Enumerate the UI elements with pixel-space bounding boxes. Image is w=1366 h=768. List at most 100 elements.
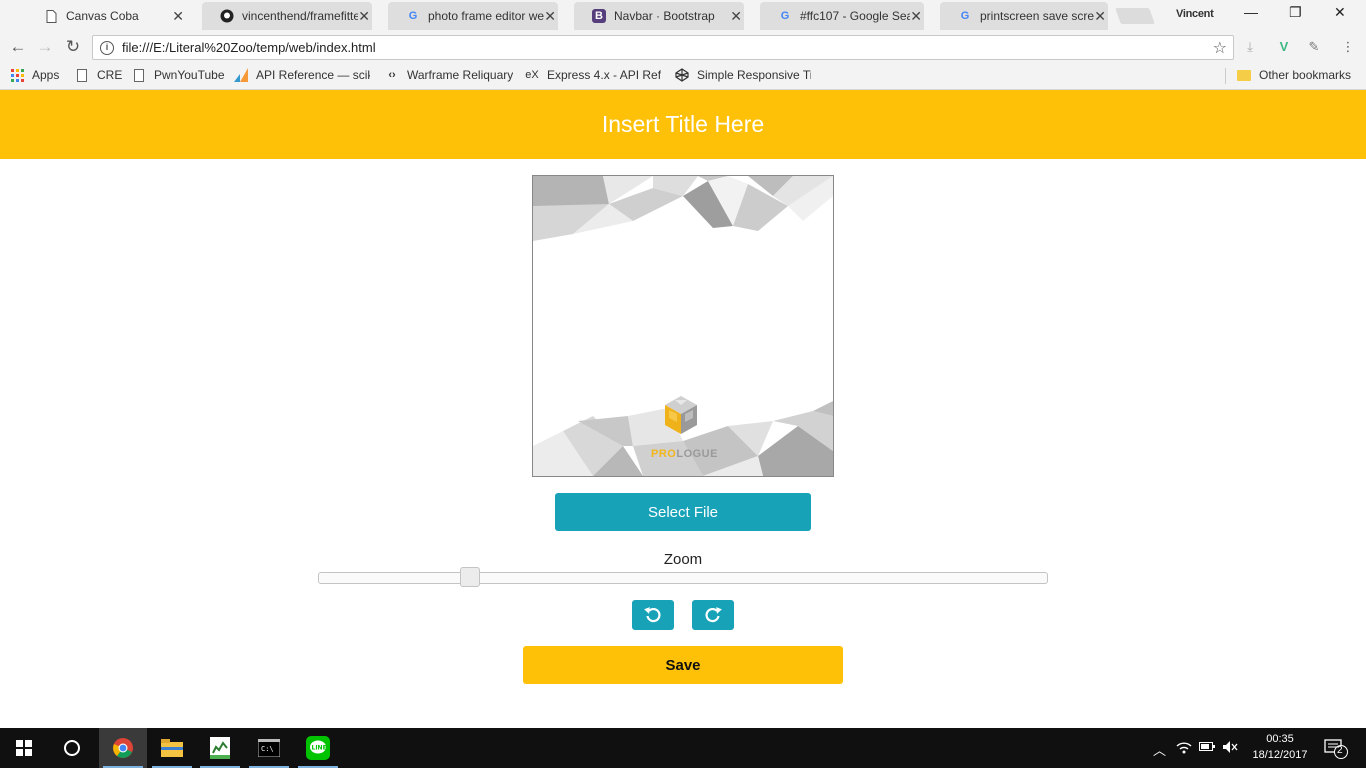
line-icon[interactable]: LINE [294, 728, 342, 768]
bookmark-label: API Reference — scik [256, 68, 370, 82]
windows-taskbar: C:\ LINE ︿ 00:35 18/12/2017 2 [0, 728, 1366, 768]
address-bar[interactable]: i file:///E:/Literal%20Zoo/temp/web/inde… [92, 35, 1234, 60]
bookmark-label: Simple Responsive Ti [697, 68, 811, 82]
apps-grid-icon [10, 68, 24, 82]
github-icon [220, 9, 234, 23]
chrome-icon[interactable] [99, 728, 147, 768]
tab-title: Canvas Coba [66, 9, 139, 23]
select-file-button[interactable]: Select File [555, 493, 811, 531]
bookmark-cre[interactable]: CRE [75, 68, 122, 82]
bookmarks-bar: Apps CRE PwnYouTube API Reference — scik… [0, 62, 1366, 90]
zoom-label: Zoom [663, 551, 703, 568]
tab-title: #ffc107 - Google Searc [800, 9, 910, 23]
tab-google-ffc107[interactable]: G #ffc107 - Google Searc ✕ [752, 2, 932, 30]
code-icon: ‹› [388, 69, 396, 81]
bookmark-label: PwnYouTube [154, 68, 225, 82]
page-content: Insert Title Here PROLOGUE Select File Z… [0, 90, 1366, 728]
forward-icon[interactable]: → [34, 36, 56, 58]
restore-icon[interactable]: ❐ [1289, 4, 1302, 21]
codepen-icon [675, 68, 689, 82]
zoom-slider[interactable] [318, 572, 1048, 584]
photo-frame-canvas[interactable]: PROLOGUE [532, 175, 834, 477]
tab-title: photo frame editor wel [428, 9, 544, 23]
bookmark-simple-responsive[interactable]: Simple Responsive Ti [675, 68, 811, 82]
google-icon: G [960, 10, 970, 22]
bootstrap-icon: B [592, 9, 606, 23]
bookmark-label: Other bookmarks [1259, 68, 1352, 82]
tab-title: printscreen save screen [980, 9, 1094, 23]
save-button[interactable]: Save [523, 646, 843, 684]
extension-icon[interactable]: ✎ [1306, 39, 1322, 55]
new-tab-button[interactable] [1115, 8, 1155, 24]
back-icon[interactable]: ← [7, 36, 29, 58]
cortana-icon[interactable] [48, 728, 96, 768]
system-clock[interactable]: 00:35 18/12/2017 [1248, 731, 1312, 763]
bookmark-star-icon[interactable]: ☆ [1213, 38, 1227, 58]
profile-name[interactable]: Vincent [1176, 8, 1214, 20]
bookmarks-separator [1225, 68, 1226, 84]
close-icon[interactable]: ✕ [172, 8, 184, 25]
page-header: Insert Title Here [0, 90, 1366, 159]
scikit-icon [234, 68, 248, 82]
page-icon [75, 68, 89, 82]
bookmark-label: Apps [32, 68, 60, 82]
rotate-right-icon [705, 607, 722, 623]
bookmark-label: Warframe Reliquary [407, 68, 514, 82]
reload-icon[interactable]: ↻ [62, 36, 84, 58]
file-explorer-icon[interactable] [148, 728, 196, 768]
pdf-extension-icon[interactable]: ⤓ [1242, 39, 1258, 55]
start-icon[interactable] [0, 728, 48, 768]
svg-text:LINE: LINE [312, 745, 327, 752]
bookmark-warframe[interactable]: ‹› Warframe Reliquary [385, 68, 513, 82]
rotate-left-icon [644, 607, 661, 623]
frame-graphic [533, 176, 833, 476]
sublime-icon[interactable] [196, 728, 244, 768]
vue-devtools-icon[interactable]: V [1276, 39, 1292, 55]
minimize-icon[interactable]: — [1244, 4, 1258, 20]
folder-icon [1237, 68, 1251, 82]
url-text: file:///E:/Literal%20Zoo/temp/web/index.… [122, 40, 376, 55]
tab-canvas-coba[interactable]: Canvas Coba ✕ [18, 2, 194, 30]
tab-github[interactable]: vincenthend/framefitte ✕ [194, 2, 380, 30]
close-icon[interactable]: ✕ [544, 8, 556, 25]
window-close-icon[interactable]: ✕ [1334, 4, 1346, 21]
bookmark-other[interactable]: Other bookmarks [1237, 68, 1351, 82]
battery-icon[interactable] [1199, 740, 1215, 755]
close-icon[interactable]: ✕ [730, 8, 742, 25]
bookmark-apps[interactable]: Apps [10, 68, 59, 82]
page-icon [44, 9, 58, 23]
tab-google-photo-frame[interactable]: G photo frame editor wel ✕ [380, 2, 566, 30]
wifi-icon[interactable] [1176, 740, 1192, 757]
notification-count: 2 [1337, 745, 1343, 756]
google-icon: G [780, 10, 790, 22]
bookmark-pwnyoutube[interactable]: PwnYouTube [132, 68, 225, 82]
zoom-slider-thumb[interactable] [460, 567, 480, 587]
svg-text:C:\: C:\ [261, 745, 274, 753]
volume-muted-icon[interactable] [1222, 740, 1238, 757]
clock-date: 18/12/2017 [1252, 749, 1308, 761]
clock-time: 00:35 [1266, 733, 1294, 745]
info-icon[interactable]: i [100, 40, 114, 55]
tab-title: Navbar · Bootstrap [614, 9, 715, 23]
browser-toolbar: ← → ↻ i file:///E:/Literal%20Zoo/temp/we… [0, 32, 1366, 62]
bookmark-label: CRE [97, 68, 123, 82]
frame-brand-logo: PROLOGUE [651, 448, 718, 460]
close-icon[interactable]: ✕ [358, 8, 370, 25]
chevron-up-icon[interactable]: ︿ [1153, 740, 1166, 759]
google-icon: G [408, 10, 418, 22]
page-title: Insert Title Here [601, 111, 765, 137]
express-icon: eX [525, 69, 539, 81]
rotate-left-button[interactable] [632, 600, 674, 630]
tab-bootstrap-navbar[interactable]: B Navbar · Bootstrap ✕ [566, 2, 752, 30]
tab-title: vincenthend/framefitte [242, 9, 358, 23]
bookmark-express[interactable]: eX Express 4.x - API Refe [525, 68, 661, 82]
close-icon[interactable]: ✕ [1094, 8, 1106, 25]
close-icon[interactable]: ✕ [910, 8, 922, 25]
terminal-icon[interactable]: C:\ [245, 728, 293, 768]
menu-icon[interactable]: ⋮ [1340, 39, 1356, 55]
bookmark-api-reference[interactable]: API Reference — scik [234, 68, 370, 82]
page-icon [132, 68, 146, 82]
rotate-right-button[interactable] [692, 600, 734, 630]
tab-google-printscreen[interactable]: G printscreen save screen ✕ [932, 2, 1116, 30]
bookmark-label: Express 4.x - API Refe [547, 68, 661, 82]
